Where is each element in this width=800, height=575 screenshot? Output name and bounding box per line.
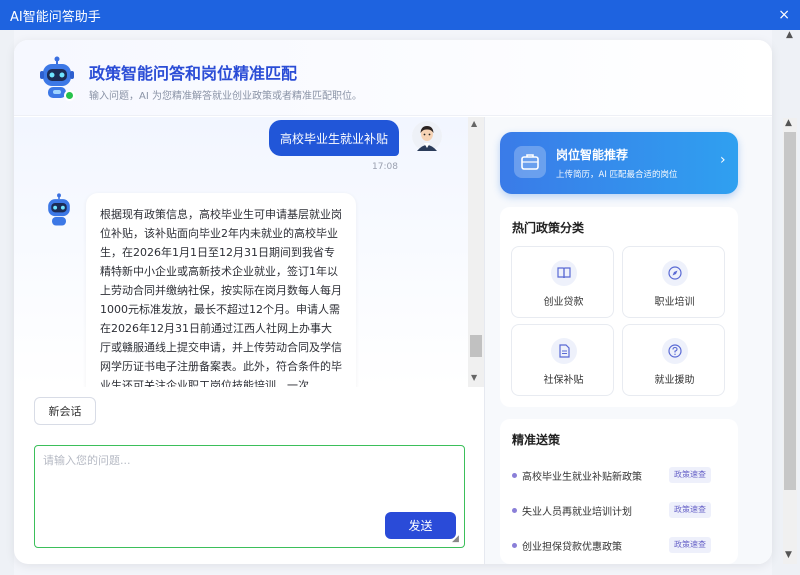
recommend-item-text: 高校毕业生就业补贴新政策 — [522, 472, 642, 483]
send-button[interactable]: 发送 — [385, 512, 456, 539]
right-sidebar: 岗位智能推荐 上传简历，AI 匹配最合适的岗位 › 热门政策分类 创业贷款 职业… — [485, 117, 772, 564]
category-employment-aid[interactable]: 就业援助 — [622, 324, 725, 396]
policy-category-panel: 热门政策分类 创业贷款 职业培训 社保补贴 就业援助 — [500, 207, 738, 407]
sidebar-scrollbar[interactable]: ▲ ▼ — [783, 118, 797, 564]
category-label: 职业培训 — [654, 297, 695, 308]
user-message-bubble: 高校毕业生就业补贴 — [269, 120, 399, 156]
category-label: 创业贷款 — [543, 297, 584, 308]
scroll-down-icon[interactable]: ▼ — [785, 550, 792, 560]
recommend-item-text: 失业人员再就业培训计划 — [522, 507, 632, 518]
category-label: 社保补贴 — [543, 375, 584, 386]
page-title: 政策智能问答和岗位精准匹配 — [89, 64, 298, 83]
category-label: 就业援助 — [654, 375, 695, 386]
policy-tag-badge: 政策速查 — [669, 467, 711, 483]
recommend-panel-title: 精准送策 — [512, 433, 561, 447]
scroll-down-icon[interactable]: ▼ — [471, 373, 477, 382]
job-recommend-card[interactable]: 岗位智能推荐 上传简历，AI 匹配最合适的岗位 › — [500, 132, 738, 194]
bullet-dot — [512, 508, 517, 513]
sidebar-scroll-thumb[interactable] — [784, 132, 796, 490]
window-title: AI智能问答助手 — [10, 9, 101, 25]
chat-area: 高校毕业生就业补贴 17:08 根据现有政策信息，高校毕业生可申请基层就业岗位补… — [14, 117, 484, 387]
category-social-insurance[interactable]: 社保补贴 — [511, 324, 614, 396]
chat-scrollbar[interactable]: ▲ ▼ — [468, 117, 484, 387]
document-icon — [551, 338, 577, 364]
resize-grip-icon[interactable]: ◢ — [452, 534, 462, 544]
question-icon — [662, 338, 688, 364]
scroll-up-icon[interactable]: ▲ — [785, 118, 792, 128]
page-subtitle: 输入问题，AI 为您精准解答就业创业政策或者精准匹配职位。 — [89, 91, 362, 102]
chat-scroll-thumb[interactable] — [470, 335, 482, 357]
bot-message-bubble: 根据现有政策信息，高校毕业生可申请基层就业岗位补贴，该补贴面向毕业2年内未就业的… — [86, 193, 356, 387]
book-icon — [551, 260, 577, 286]
recommend-item[interactable]: 高校毕业生就业补贴新政策 政策速查 — [512, 467, 732, 485]
policy-recommend-panel: 精准送策 高校毕业生就业补贴新政策 政策速查 失业人员再就业培训计划 政策速查 … — [500, 419, 738, 564]
close-icon[interactable]: × — [778, 7, 790, 23]
bullet-dot — [512, 473, 517, 478]
recommend-item[interactable]: 创业担保贷款优惠政策 政策速查 — [512, 537, 732, 555]
category-panel-title: 热门政策分类 — [512, 221, 585, 235]
bullet-dot — [512, 543, 517, 548]
category-vocational-training[interactable]: 职业培训 — [622, 246, 725, 318]
left-background-strip — [0, 30, 14, 575]
assistant-panel: 政策智能问答和岗位精准匹配 输入问题，AI 为您精准解答就业创业政策或者精准匹配… — [14, 40, 772, 564]
outer-scroll-up-icon[interactable]: ▲ — [786, 30, 798, 44]
window-titlebar: AI智能问答助手 × — [0, 0, 800, 30]
compass-icon — [662, 260, 688, 286]
scroll-up-icon[interactable]: ▲ — [471, 119, 477, 128]
recommend-item[interactable]: 失业人员再就业培训计划 政策速查 — [512, 502, 732, 520]
assistant-header: 政策智能问答和岗位精准匹配 输入问题，AI 为您精准解答就业创业政策或者精准匹配… — [14, 40, 772, 116]
policy-tag-badge: 政策速查 — [669, 502, 711, 518]
job-card-title: 岗位智能推荐 — [556, 148, 629, 162]
new-chat-button[interactable]: 新会话 — [34, 397, 96, 425]
bot-avatar-icon — [44, 193, 74, 227]
policy-tag-badge: 政策速查 — [669, 537, 711, 553]
job-card-subtitle: 上传简历，AI 匹配最合适的岗位 — [556, 170, 678, 180]
online-status-dot — [64, 90, 75, 101]
category-startup-loan[interactable]: 创业贷款 — [511, 246, 614, 318]
user-avatar-icon — [412, 121, 442, 151]
briefcase-icon — [514, 146, 546, 178]
recommend-item-text: 创业担保贷款优惠政策 — [522, 542, 622, 553]
chevron-right-icon: › — [720, 152, 726, 168]
message-timestamp: 17:08 — [372, 162, 398, 172]
